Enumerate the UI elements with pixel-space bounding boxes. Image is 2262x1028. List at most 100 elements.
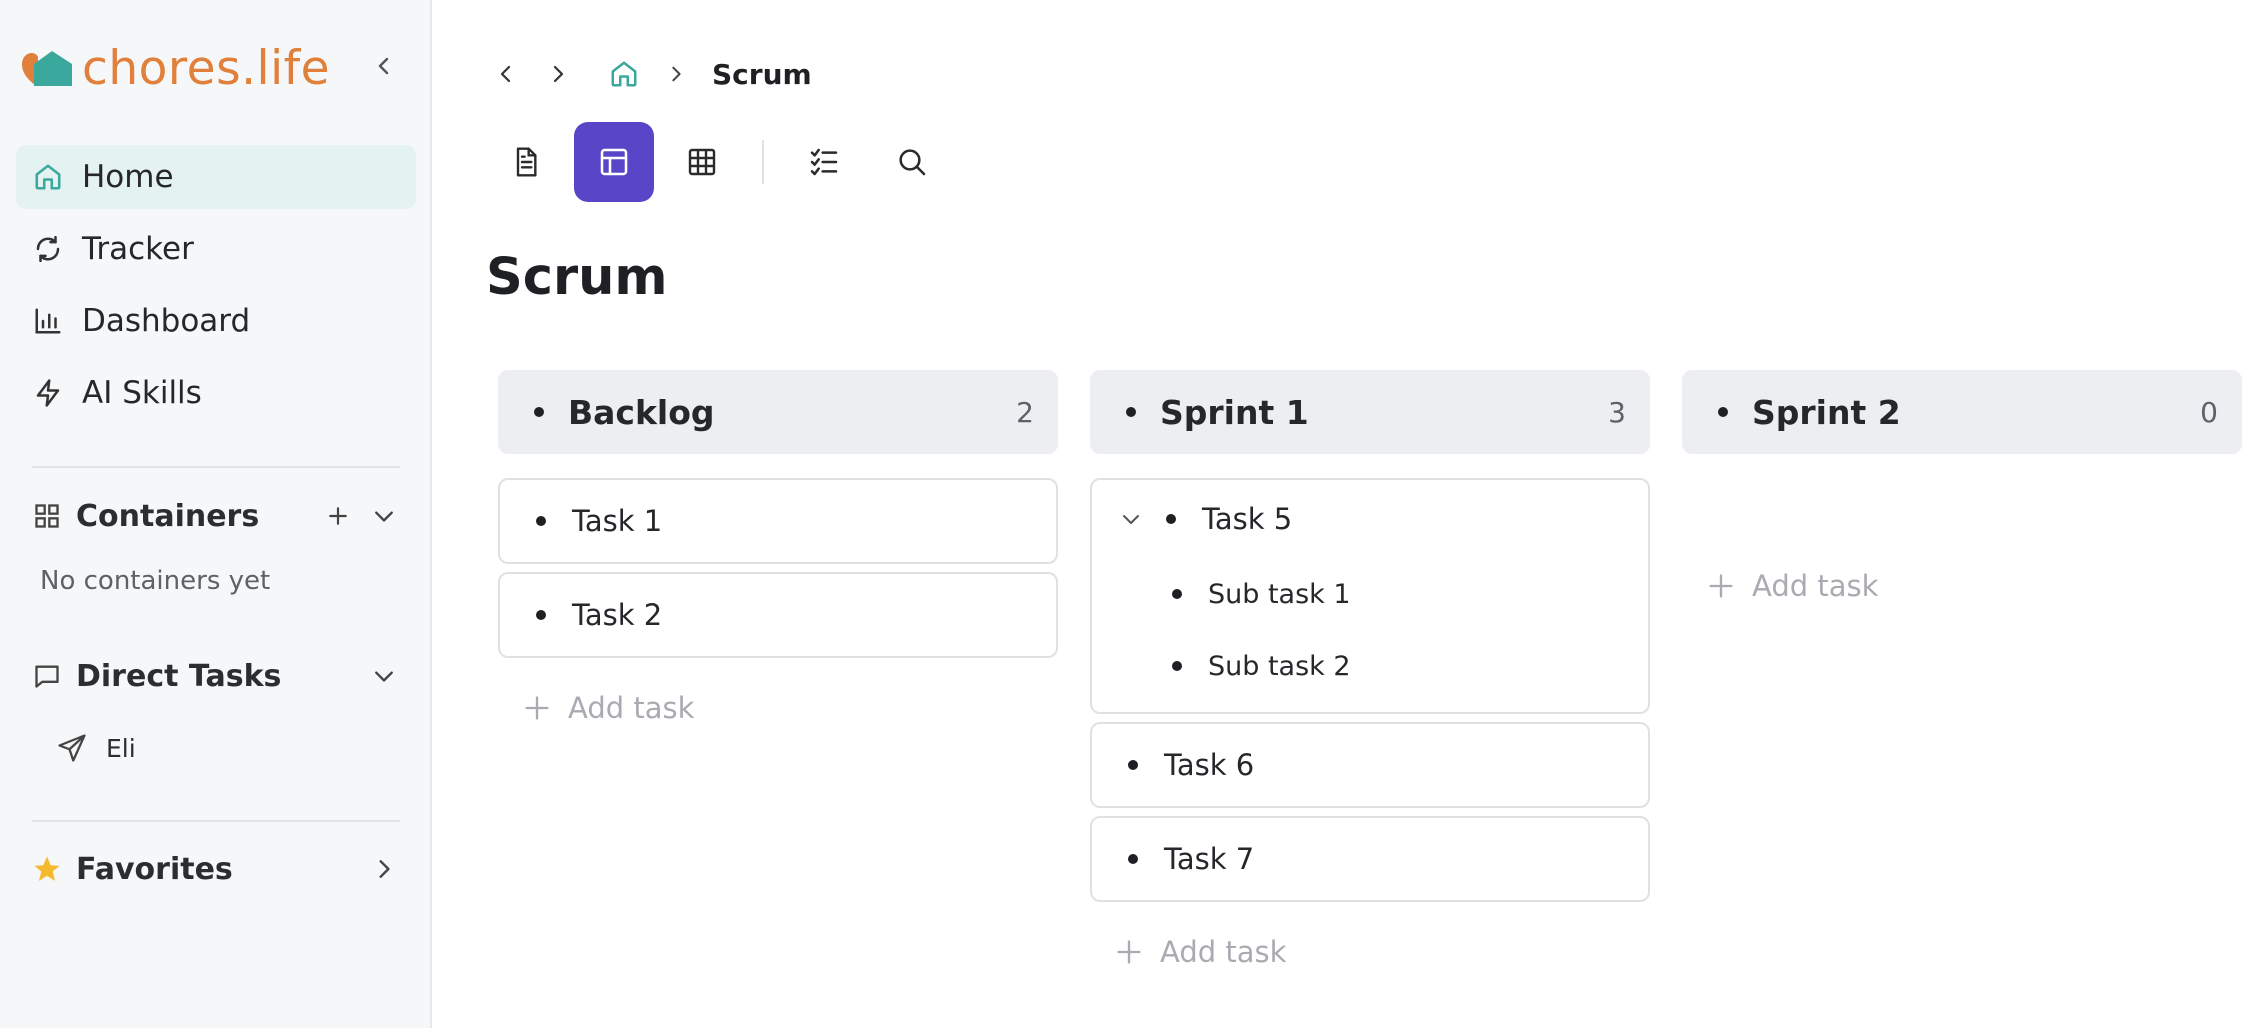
task-title: Task 7: [1164, 842, 1255, 876]
subtask-row[interactable]: Sub task 1: [1092, 558, 1648, 630]
page-title: Scrum: [486, 248, 668, 307]
plus-icon: [522, 693, 552, 723]
bullet: [1128, 854, 1138, 864]
direct-task-label: Eli: [106, 733, 136, 763]
board-layout-icon: [600, 148, 628, 176]
sidebar: chores.life Home Tracker Dashboard AI Sk…: [0, 0, 432, 1028]
bullet: [536, 610, 546, 620]
heart-house-logo-icon: [22, 48, 78, 88]
chevron-left-icon: [500, 65, 511, 83]
collapse-subtasks-button[interactable]: [1116, 504, 1146, 534]
nav-item-label: AI Skills: [82, 375, 202, 411]
nav-item-home[interactable]: Home: [16, 145, 416, 209]
containers-section-header[interactable]: Containers: [32, 492, 400, 540]
bullet: [1126, 407, 1136, 417]
subtask-row[interactable]: Sub task 2: [1092, 630, 1648, 702]
breadcrumb: Scrum: [486, 54, 812, 94]
subtask-title: Sub task 2: [1208, 650, 1351, 682]
nav-item-label: Home: [82, 159, 174, 195]
breadcrumb-current[interactable]: Scrum: [712, 58, 812, 91]
expand-containers-button[interactable]: [368, 500, 400, 532]
direct-tasks-section-header[interactable]: Direct Tasks: [32, 652, 400, 700]
chevron-right-icon: [379, 860, 390, 878]
breadcrumb-home-link[interactable]: [604, 54, 644, 94]
table-view-button[interactable]: [662, 122, 742, 202]
chevron-down-icon: [375, 511, 393, 522]
refresh-icon: [32, 233, 64, 265]
add-task-button[interactable]: Add task: [498, 678, 1058, 738]
containers-label: Containers: [76, 498, 260, 534]
star-icon: [32, 854, 62, 884]
message-icon: [32, 661, 62, 691]
task-card[interactable]: Task 6: [1090, 722, 1650, 808]
add-container-button[interactable]: [322, 500, 354, 532]
view-toolbar: [486, 122, 960, 202]
grid-icon: [32, 501, 62, 531]
favorites-label: Favorites: [76, 851, 233, 887]
task-card[interactable]: Task 1: [498, 478, 1058, 564]
direct-tasks-label: Direct Tasks: [76, 658, 282, 694]
task-title: Task 6: [1164, 748, 1255, 782]
bar-chart-icon: [32, 305, 64, 337]
nav-item-label: Dashboard: [82, 303, 251, 339]
forward-button[interactable]: [538, 54, 578, 94]
bullet: [536, 516, 546, 526]
board-view-button[interactable]: [574, 122, 654, 202]
task-card[interactable]: Task 2: [498, 572, 1058, 658]
direct-task-item-eli[interactable]: Eli: [56, 726, 136, 770]
task-card[interactable]: Task 7: [1090, 816, 1650, 902]
task-card-expanded[interactable]: Task 5 Sub task 1 Sub task 2: [1090, 478, 1650, 714]
task-row: Task 2: [500, 574, 1056, 656]
lightning-icon: [32, 377, 64, 409]
column-header[interactable]: Sprint 1 3: [1090, 370, 1650, 454]
add-task-label: Add task: [568, 691, 695, 725]
chevron-down-icon: [1123, 515, 1139, 524]
expand-favorites-button[interactable]: [368, 853, 400, 885]
column-task-count: 2: [1016, 395, 1034, 429]
checklist-view-button[interactable]: [784, 122, 864, 202]
containers-empty-text: No containers yet: [40, 566, 271, 596]
task-title: Task 2: [572, 598, 663, 632]
bullet: [1172, 661, 1182, 671]
column-name: Backlog: [568, 392, 715, 432]
checklist-icon: [810, 148, 838, 176]
favorites-section-header[interactable]: Favorites: [32, 845, 400, 893]
nav-item-label: Tracker: [82, 231, 194, 267]
board-column-sprint-2: Sprint 2 0 Add task: [1682, 370, 2242, 616]
add-task-label: Add task: [1752, 569, 1879, 603]
bullet: [1718, 407, 1728, 417]
back-button[interactable]: [486, 54, 526, 94]
add-task-label: Add task: [1160, 935, 1287, 969]
add-task-button[interactable]: Add task: [1090, 922, 1650, 982]
subtask-title: Sub task 1: [1208, 578, 1351, 610]
send-icon: [56, 732, 88, 764]
board-column-backlog: Backlog 2 Task 1 Task 2 Add task: [498, 370, 1058, 738]
nav-item-ai-skills[interactable]: AI Skills: [16, 361, 416, 425]
document-view-button[interactable]: [486, 122, 566, 202]
expand-direct-tasks-button[interactable]: [368, 660, 400, 692]
bullet: [1128, 760, 1138, 770]
nav-item-dashboard[interactable]: Dashboard: [16, 289, 416, 353]
chevron-down-icon: [375, 671, 393, 682]
task-title: Task 1: [572, 504, 663, 538]
document-icon: [516, 147, 537, 177]
task-row: Task 1: [500, 480, 1056, 562]
task-row: Task 6: [1092, 724, 1648, 806]
app-logo[interactable]: chores.life: [22, 40, 330, 96]
chevron-left-icon: [378, 57, 389, 75]
nav-item-tracker[interactable]: Tracker: [16, 217, 416, 281]
task-row: Task 5: [1092, 480, 1648, 558]
add-task-button[interactable]: Add task: [1682, 556, 2242, 616]
column-task-count: 0: [2200, 395, 2218, 429]
bullet: [534, 407, 544, 417]
collapse-sidebar-button[interactable]: [368, 50, 400, 82]
chevron-right-icon: [553, 65, 564, 83]
search-button[interactable]: [872, 122, 952, 202]
bullet: [1172, 589, 1182, 599]
main-nav: Home Tracker Dashboard AI Skills: [16, 145, 416, 433]
column-header[interactable]: Sprint 2 0: [1682, 370, 2242, 454]
search-icon: [899, 149, 926, 176]
column-header[interactable]: Backlog 2: [498, 370, 1058, 454]
toolbar-divider: [762, 140, 764, 184]
task-row: Task 7: [1092, 818, 1648, 900]
